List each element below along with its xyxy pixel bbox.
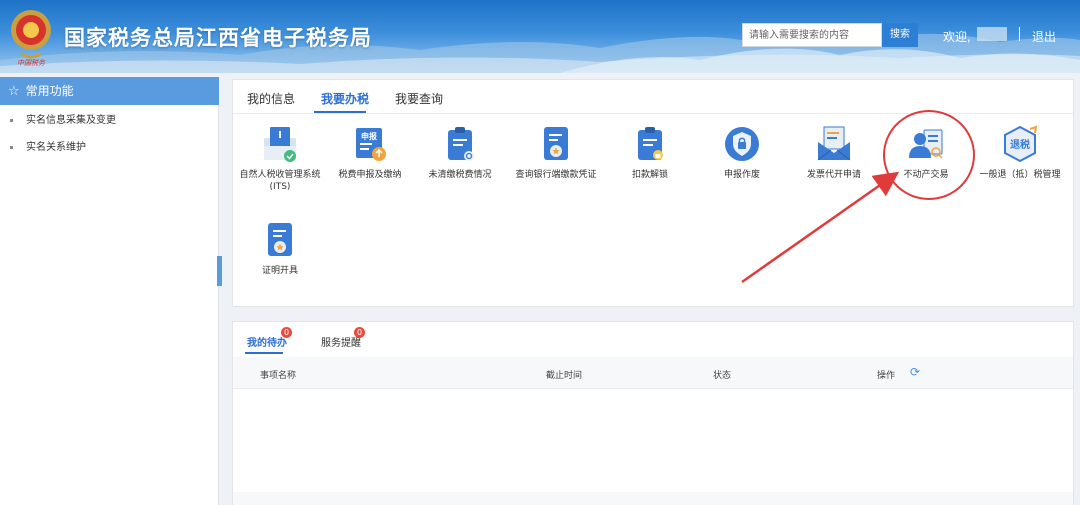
todo-count-badge: 0 bbox=[281, 327, 292, 338]
active-tab-indicator bbox=[245, 352, 283, 354]
todo-table-header: 事项名称 截止时间 状态 操作 ⟳ bbox=[233, 357, 1073, 389]
refresh-icon[interactable]: ⟳ bbox=[910, 365, 920, 379]
todo-panel: 我的待办 0 服务提醒 0 事项名称 截止时间 状态 操作 ⟳ bbox=[232, 321, 1074, 505]
col-action: 操作 bbox=[877, 371, 896, 381]
col-item-name: 事项名称 bbox=[260, 371, 297, 381]
tab-my-todo[interactable]: 我的待办 bbox=[247, 334, 287, 349]
col-deadline: 截止时间 bbox=[546, 371, 583, 381]
reminder-count-badge: 0 bbox=[354, 327, 365, 338]
table-row bbox=[233, 492, 1073, 505]
col-status: 状态 bbox=[713, 371, 732, 381]
